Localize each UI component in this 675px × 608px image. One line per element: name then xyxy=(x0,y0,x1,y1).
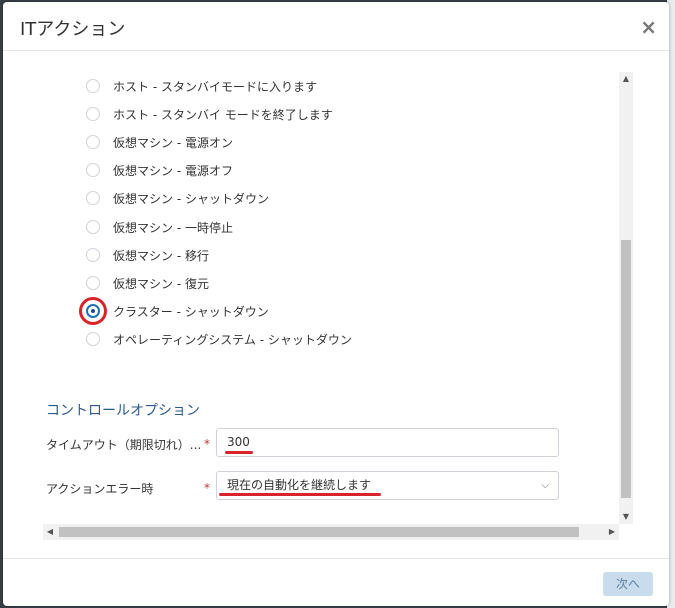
action-option-label: ホスト - スタンバイ モードを終了します xyxy=(113,108,333,122)
action-option-label: 仮想マシン - 移行 xyxy=(113,249,209,263)
scroll-content: ホスト - スタンバイモードに入ります ホスト - スタンバイ モードを終了しま… xyxy=(43,72,616,524)
radio-button[interactable] xyxy=(86,135,100,149)
scroll-right-icon[interactable]: ▶ xyxy=(605,524,619,540)
scroll-down-icon[interactable]: ▼ xyxy=(619,510,633,524)
action-option-label: ホスト - スタンバイモードに入ります xyxy=(113,80,317,94)
scroll-thumb[interactable] xyxy=(59,527,579,537)
annotation-underline xyxy=(219,493,381,496)
close-icon[interactable]: × xyxy=(640,15,657,39)
timeout-input[interactable]: 300 xyxy=(216,428,559,457)
timeout-label: タイムアウト（期限切れ）... xyxy=(46,438,202,452)
action-option-label: 仮想マシン - 電源オフ xyxy=(113,164,233,178)
horizontal-scrollbar[interactable]: ◀ ▶ xyxy=(43,524,619,540)
action-option-label: 仮想マシン - 電源オン xyxy=(113,136,233,150)
radio-button[interactable] xyxy=(86,79,100,93)
it-action-dialog: ITアクション × ホスト - スタンバイモードに入ります ホスト - スタンバ… xyxy=(3,2,669,606)
radio-button[interactable] xyxy=(86,332,100,346)
radio-button[interactable] xyxy=(86,276,100,290)
radio-button[interactable] xyxy=(86,191,100,205)
radio-button[interactable] xyxy=(86,163,100,177)
scroll-up-icon[interactable]: ▲ xyxy=(619,72,633,86)
action-option-label: 仮想マシン - 一時停止 xyxy=(113,221,233,235)
section-title: コントロールオプション xyxy=(46,403,200,419)
required-mark: * xyxy=(204,481,210,495)
action-option-label: 仮想マシン - シャットダウン xyxy=(113,192,269,206)
scroll-thumb[interactable] xyxy=(621,240,631,498)
vertical-scrollbar[interactable]: ▲ ▼ xyxy=(619,72,633,524)
scroll-left-icon[interactable]: ◀ xyxy=(43,524,57,540)
dialog-footer: 次へ xyxy=(3,558,669,606)
action-option-label: 仮想マシン - 復元 xyxy=(113,277,209,291)
radio-button-checked[interactable] xyxy=(86,304,100,318)
dialog-header: ITアクション × xyxy=(3,2,669,51)
radio-button[interactable] xyxy=(86,107,100,121)
action-option-label: クラスター - シャットダウン xyxy=(113,305,269,319)
dialog-title: ITアクション xyxy=(20,19,126,40)
action-error-label: アクションエラー時 xyxy=(46,482,154,496)
action-error-value: 現在の自動化を継続します xyxy=(227,478,372,492)
required-mark: * xyxy=(204,437,210,451)
next-button[interactable]: 次へ xyxy=(603,572,653,596)
chevron-down-icon: ⌵ xyxy=(541,480,549,491)
radio-button[interactable] xyxy=(86,248,100,262)
dialog-body: ホスト - スタンバイモードに入ります ホスト - スタンバイ モードを終了しま… xyxy=(43,72,633,542)
radio-button[interactable] xyxy=(86,220,100,234)
action-option-label: オペレーティングシステム - シャットダウン xyxy=(113,333,352,347)
annotation-underline xyxy=(225,451,253,454)
